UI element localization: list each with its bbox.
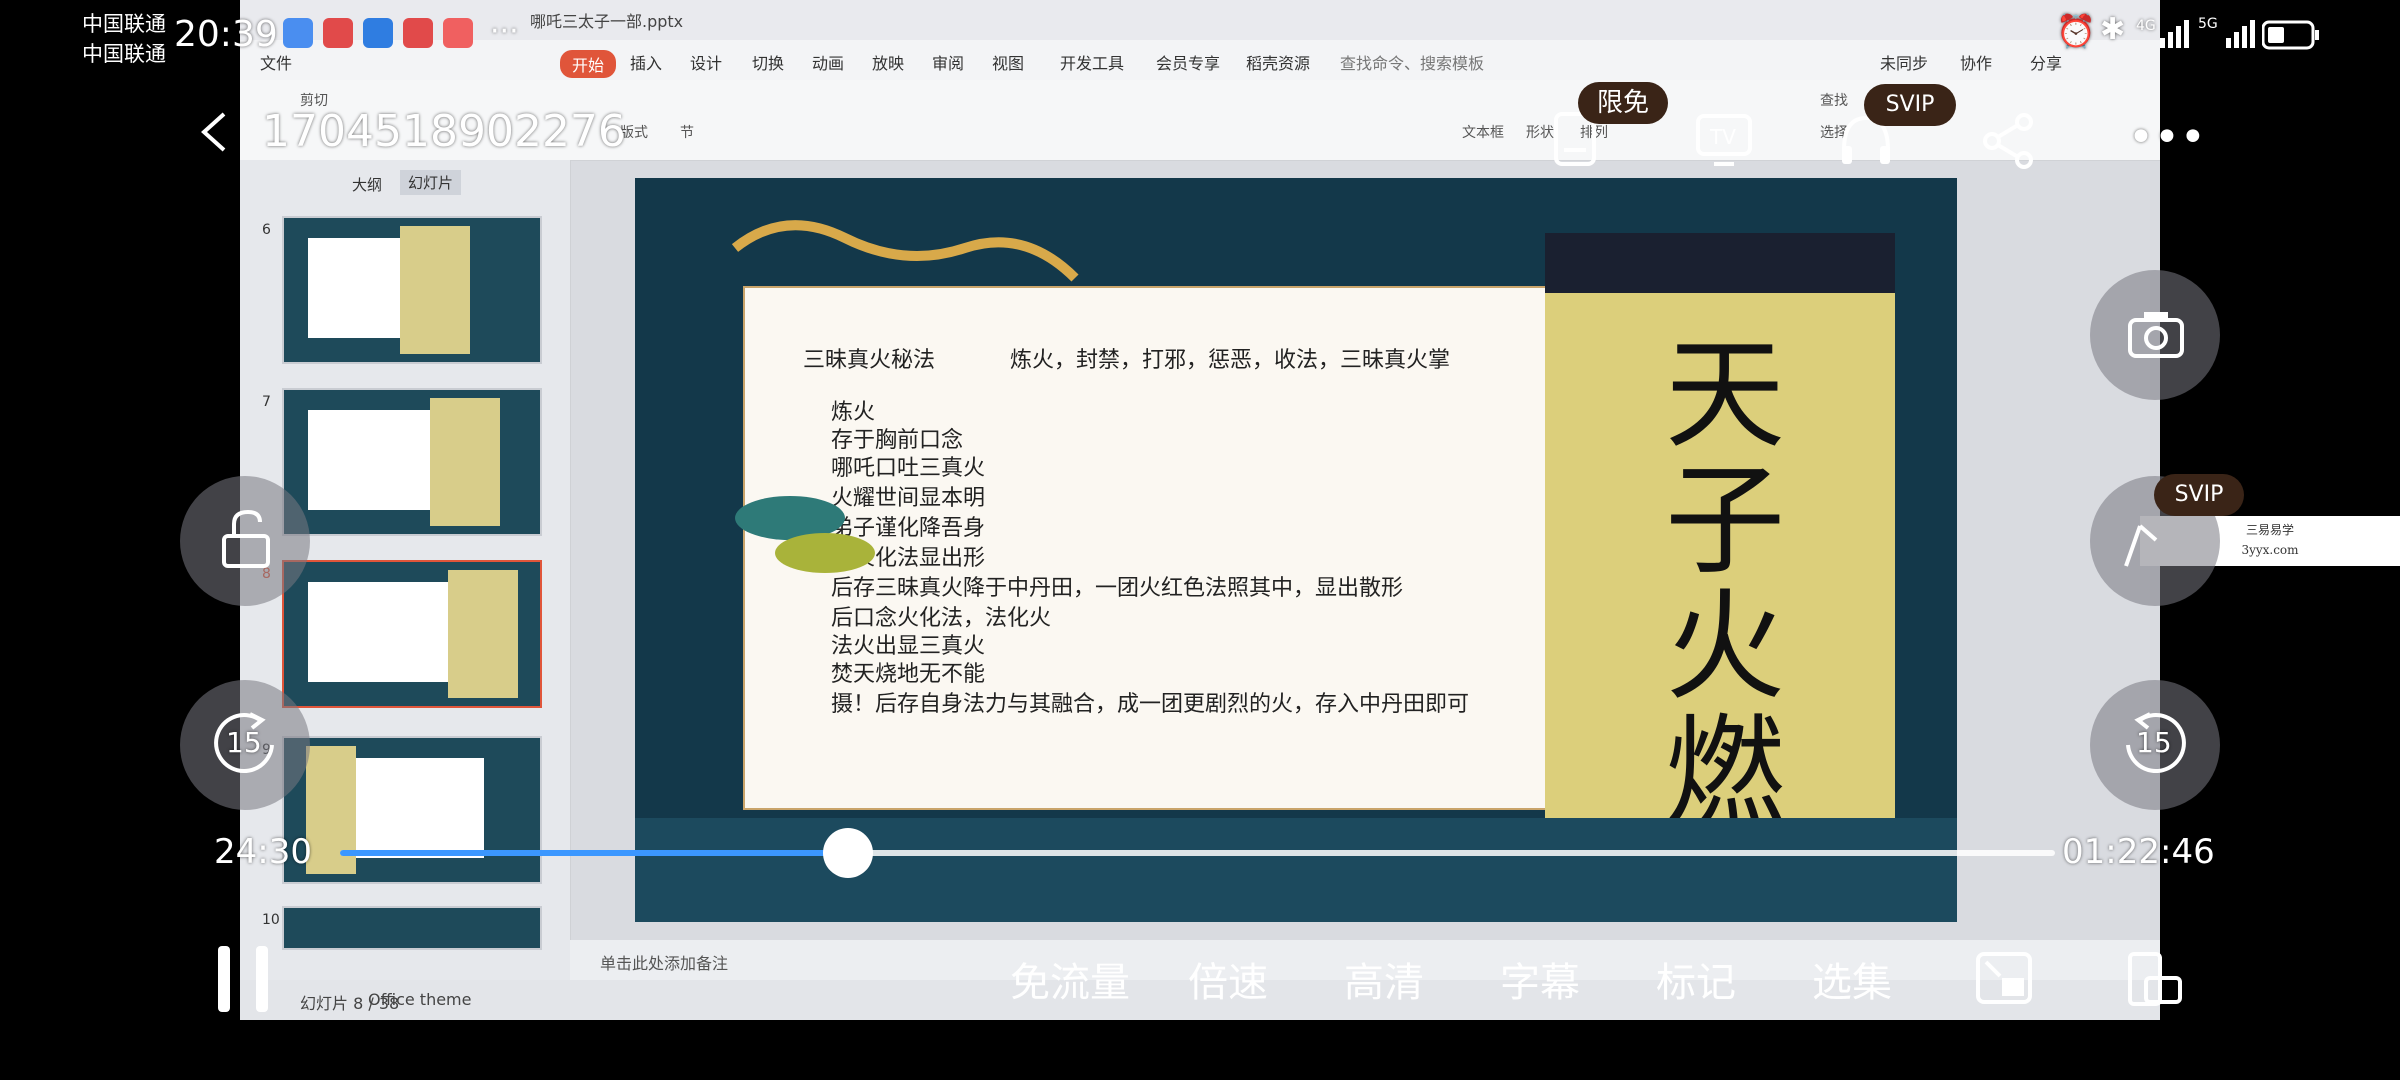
tab-slides: 幻灯片 <box>400 170 462 195</box>
app-notification-icon <box>403 18 433 48</box>
menu-start: 开始 <box>560 50 617 78</box>
unlock-icon <box>222 509 270 568</box>
free-data-button[interactable]: 免流量 <box>1010 950 1130 1008</box>
slide-thumbnail-8 <box>282 560 542 708</box>
collab-button: 协作 <box>1960 54 1993 73</box>
rotate-screen-icon[interactable] <box>2124 950 2184 1008</box>
talisman-glyph: 天子 火燃 <box>1625 333 1825 837</box>
camera-icon <box>2128 312 2184 358</box>
quality-button[interactable]: 高清 <box>1344 950 1424 1008</box>
menu-animation: 动画 <box>812 54 845 73</box>
slide-thumbnail-panel: 大纲 幻灯片 6 7 8 9 10 <box>240 160 571 1020</box>
ribbon-find: 查找 <box>1820 93 1848 109</box>
share-icon[interactable] <box>1980 112 2038 170</box>
slide-thumbnail-6 <box>282 216 542 364</box>
pine-ornament <box>735 496 875 573</box>
file-tab: 哪吒三太子一部.pptx <box>530 12 684 31</box>
person-icon <box>2124 524 2158 567</box>
app-notification-icon <box>363 18 393 48</box>
slide-line: 焚天烧地无不能 <box>831 662 986 687</box>
elapsed-time: 24:30 <box>214 832 312 872</box>
rewind-seconds: 15 <box>226 726 262 759</box>
share-text: 分享 <box>2030 54 2063 73</box>
menu-devtools: 开发工具 <box>1060 54 1125 73</box>
slide-subheading: 炼火，封禁，打邪，惩恶，收法，三昧真火掌 <box>1010 348 1451 373</box>
status-theme: Office theme <box>368 990 472 1009</box>
talisman-glyph-top: 天子 <box>1665 326 1785 591</box>
tv-cast-icon[interactable]: TV <box>1694 110 1754 170</box>
photo-dark-band <box>1545 233 1895 293</box>
menu-design: 设计 <box>690 54 723 73</box>
signal-icon <box>2226 20 2255 48</box>
back-icon[interactable] <box>196 110 232 154</box>
episodes-button[interactable]: 选集 <box>1812 950 1892 1008</box>
more-notifications-icon: ··· <box>490 14 519 49</box>
slide-line: 摄！后存自身法力与其融合，成一团更剧烈的火，存入中丹田即可 <box>831 692 1470 717</box>
talisman-photo: 天子 火燃 <box>1545 233 1895 873</box>
slide-thumbnail-7 <box>282 388 542 536</box>
screenshot-button[interactable] <box>2090 270 2220 400</box>
forward-seconds: 15 <box>2136 726 2172 759</box>
progress-fill <box>340 850 848 856</box>
notes-placeholder: 单击此处添加备注 <box>600 954 729 973</box>
bluetooth-icon: ✱ <box>2100 12 2126 47</box>
tab-outline: 大纲 <box>352 176 383 194</box>
talisman-glyph-bottom: 火燃 <box>1665 578 1785 843</box>
svg-text:TV: TV <box>1709 125 1736 149</box>
menu-transition: 切换 <box>752 54 785 73</box>
total-duration: 01:22:46 <box>2062 832 2215 872</box>
app-notification-icon <box>283 18 313 48</box>
menu-view: 视图 <box>992 54 1025 73</box>
pause-icon[interactable] <box>212 942 276 1016</box>
menu-insert: 插入 <box>630 54 663 73</box>
speed-button[interactable]: 倍速 <box>1188 950 1268 1008</box>
slide-thumbnail-10 <box>282 906 542 950</box>
menu-review: 审阅 <box>932 54 965 73</box>
app-notification-icon <box>443 18 473 48</box>
clock: 20:39 <box>174 14 278 55</box>
network-5g: 5G <box>2198 16 2218 32</box>
free-badge: 限免 <box>1578 82 1668 124</box>
progress-handle[interactable] <box>822 828 873 878</box>
svip-badge: SVIP <box>1864 84 1956 126</box>
menu-docer: 稻壳资源 <box>1246 54 1311 73</box>
ribbon-section: 节 <box>680 125 694 141</box>
menu-member: 会员专享 <box>1156 54 1221 73</box>
more-icon[interactable]: ••• <box>2128 112 2206 163</box>
subtitles-button[interactable]: 字幕 <box>1500 950 1580 1008</box>
ppt-titlebar: 哪吒三太子一部.pptx <box>240 0 2160 40</box>
forward-15-button[interactable]: 15 <box>2090 680 2220 810</box>
battery-icon <box>2262 20 2319 50</box>
video-title: 1704518902276 <box>262 106 626 157</box>
svip-badge: SVIP <box>2154 474 2244 516</box>
command-search: 查找命令、搜索模板 <box>1340 54 1485 73</box>
slide-line: 后存三昧真火降于中丹田，一团火红色法照其中，显出散形 <box>831 576 1404 601</box>
cloud-ornament <box>731 220 1079 282</box>
mark-button[interactable]: 标记 <box>1656 950 1736 1008</box>
menu-slideshow: 放映 <box>872 54 905 73</box>
current-slide: 三昧真火秘法 炼火，封禁，打邪，惩恶，收法，三昧真火掌 炼火 存于胸前口念 哪吒… <box>635 178 1957 922</box>
picture-in-picture-icon[interactable] <box>1974 950 2034 1008</box>
app-notification-icon <box>323 18 353 48</box>
rewind-15-button[interactable]: 15 <box>180 680 310 810</box>
thumb-number: 7 <box>262 394 271 410</box>
slide-thumbnail-9 <box>282 736 542 884</box>
network-4g: 4G <box>2136 18 2156 34</box>
signal-icon <box>2160 20 2189 48</box>
ribbon-textbox: 文本框 <box>1462 125 1504 141</box>
thumb-number: 6 <box>262 222 271 238</box>
alarm-icon: ⏰ <box>2056 12 2096 50</box>
carrier-2: 中国联通 <box>82 42 166 66</box>
carrier-1: 中国联通 <box>82 12 166 36</box>
sync-status: 未同步 <box>1880 54 1929 73</box>
slide-heading: 三昧真火秘法 <box>803 348 936 373</box>
thumb-number: 10 <box>262 912 280 928</box>
lock-button[interactable] <box>180 476 310 606</box>
